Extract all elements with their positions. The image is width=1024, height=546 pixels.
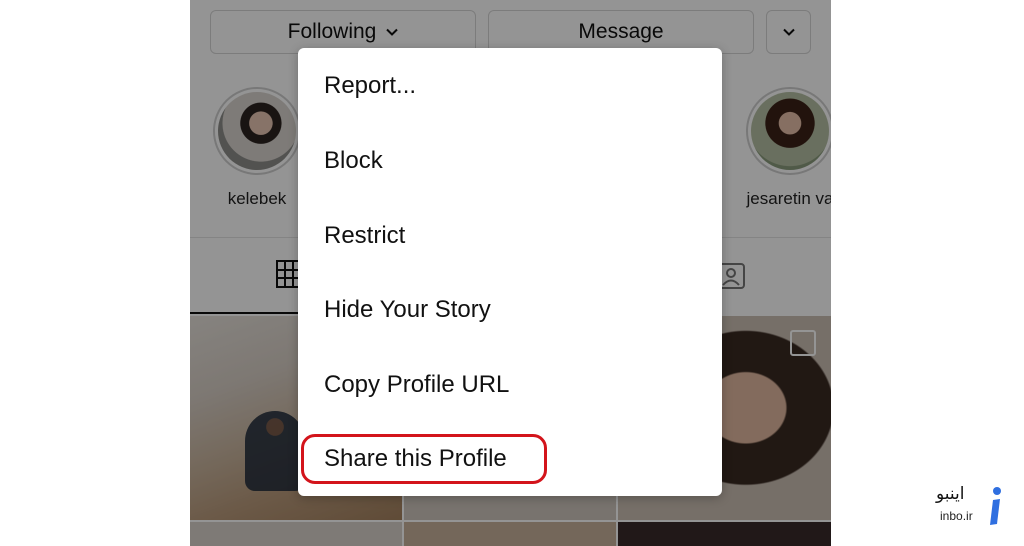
menu-item-copy-url[interactable]: Copy Profile URL <box>324 370 509 400</box>
menu-item-restrict[interactable]: Restrict <box>324 221 405 251</box>
watermark-logo: اینبو inbo.ir <box>936 484 1006 528</box>
menu-item-report[interactable]: Report... <box>324 71 416 101</box>
watermark-text-en: inbo.ir <box>940 509 973 523</box>
menu-item-block[interactable]: Block <box>324 146 383 176</box>
logo-i-icon <box>990 487 1001 525</box>
profile-options-menu: Report... Block Restrict Hide Your Story… <box>298 48 722 496</box>
annotation-highlight <box>301 434 547 484</box>
menu-item-hide-story[interactable]: Hide Your Story <box>324 295 491 325</box>
watermark-text-fa: اینبو <box>936 484 965 504</box>
